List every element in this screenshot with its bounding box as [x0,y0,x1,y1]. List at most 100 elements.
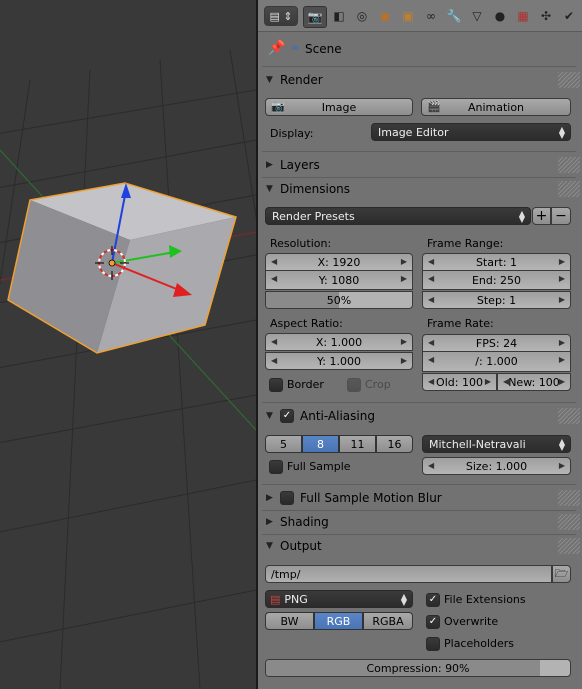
file-extensions-label: File Extensions [444,593,526,606]
expanded-arrow-icon: ▼ [266,541,273,551]
folder-icon: 🗁 [554,566,569,580]
fps-field[interactable]: ◀ FPS: 24 ▶ [422,334,571,352]
color-mode-bw[interactable]: BW [265,612,314,630]
fps-value: FPS: 24 [475,336,518,350]
pin-icon[interactable]: 📌 [268,40,285,56]
full-sample-checkbox[interactable] [269,460,283,474]
display-dropdown[interactable]: Image Editor ▲ ▼ [371,123,571,141]
file-extensions-checkbox[interactable]: ✓ [426,593,440,607]
aa-samples-5[interactable]: 5 [265,435,302,453]
antialiasing-checkbox[interactable]: ✓ [280,409,294,423]
display-label: Display: [270,127,314,140]
expanded-arrow-icon: ▼ [266,75,273,85]
collapsed-arrow-icon: ▶ [266,160,273,170]
plus-icon: + [535,208,548,224]
time-remap-new-field[interactable]: ◀ New: 100 ▶ [497,373,571,391]
fps-base-value: /: 1.000 [475,355,518,368]
panel-grip[interactable] [558,157,580,173]
dropdown-arrows-icon: ▲ ▼ [400,592,407,607]
aa-samples-11-label: 11 [350,437,365,451]
resolution-percentage-slider[interactable]: 50% [265,291,413,309]
remove-preset-button[interactable]: − [551,207,571,225]
frame-start-field[interactable]: ◀ Start: 1 ▶ [422,253,571,271]
object-icon[interactable]: ▣ [397,6,419,26]
dropdown-arrows-icon: ▲ ▼ [558,125,565,140]
layers-panel-header[interactable]: ▶ Layers [262,155,574,175]
physics-icon[interactable]: ✔ [558,6,580,26]
file-format-dropdown[interactable]: ▤ PNG ▲ ▼ [265,590,413,608]
world-icon[interactable]: ◉ [374,6,396,26]
texture-icon[interactable]: ▦ [512,6,534,26]
render-layers-icon[interactable]: ◧ [328,6,350,26]
viewport-canvas[interactable] [0,0,256,689]
border-label: Border [287,378,324,391]
modifiers-icon[interactable]: 🔧 [443,6,465,26]
frame-range-label: Frame Range: [427,237,504,250]
frame-step-value: Step: 1 [476,293,517,307]
minus-icon: − [555,208,567,224]
shading-panel-header[interactable]: ▶ Shading [262,512,574,532]
data-icon[interactable]: ▽ [466,6,488,26]
dimensions-panel-header[interactable]: ▼ Dimensions [262,179,574,199]
panel-grip[interactable] [558,181,580,197]
render-image-button[interactable]: 📷 Image [265,98,413,116]
render-presets-dropdown[interactable]: Render Presets ▲ ▼ [265,207,531,225]
panel-grip[interactable] [558,514,580,530]
render-animation-icon: 🎬 [427,100,441,113]
render-icon[interactable]: 📷 [303,6,327,28]
aspect-y-field[interactable]: ◀ Y: 1.000 ▶ [265,352,413,370]
color-mode-rgb[interactable]: RGB [314,612,363,630]
editor-type-menu[interactable]: ▤ ⇕ [264,6,298,26]
image-file-icon: ▤ [270,592,281,606]
scene-icon[interactable]: ◎ [351,6,373,26]
add-preset-button[interactable]: + [532,207,551,225]
output-panel-title: Output [280,539,322,553]
editor-type-icon: ▤ ⇕ [269,9,293,23]
placeholders-checkbox[interactable] [426,637,440,651]
3d-viewport[interactable] [0,0,256,689]
scene-breadcrumb[interactable]: Scene [305,42,342,56]
motion-blur-checkbox[interactable] [280,491,294,505]
overwrite-checkbox[interactable]: ✓ [426,615,440,629]
panel-grip[interactable] [558,408,580,424]
output-panel-header[interactable]: ▼ Output [262,536,574,556]
panel-grip[interactable] [558,72,580,88]
constraints-icon[interactable]: ∞ [420,6,442,26]
frame-end-value: End: 250 [471,273,522,287]
dropdown-arrows-icon: ▲ ▼ [518,209,525,224]
color-mode-rgba[interactable]: RGBA [363,612,413,630]
frame-step-field[interactable]: ◀ Step: 1 ▶ [422,291,571,309]
aa-samples-8[interactable]: 8 [302,435,339,453]
panel-grip[interactable] [558,490,580,506]
render-panel-header[interactable]: ▼ Render [262,70,574,90]
frame-end-field[interactable]: ◀ End: 250 ▶ [422,271,571,290]
aa-samples-11[interactable]: 11 [339,435,376,453]
motion-blur-panel-header[interactable]: ▶ Full Sample Motion Blur [262,488,574,508]
output-path-input[interactable]: /tmp/ [265,565,552,583]
fps-base-field[interactable]: ◀/: 1.000 ▶ [422,352,571,372]
material-icon[interactable]: ● [489,6,511,26]
particles-icon[interactable]: ✣ [535,6,557,26]
aspect-x-field[interactable]: ◀ X: 1.000 ▶ [265,333,413,351]
resolution-y-value: Y: 1080 [318,273,360,287]
render-still-icon: 📷 [271,100,285,113]
render-presets-label: Render Presets [272,209,355,223]
aa-samples-16[interactable]: 16 [376,435,413,453]
aspect-x-value: X: 1.000 [315,335,363,349]
aa-samples-16-label: 16 [387,437,402,451]
file-browser-button[interactable]: 🗁 [552,565,571,583]
resolution-x-field[interactable]: ◀ X: 1920 ▶ [265,253,413,271]
crop-checkbox[interactable] [347,378,361,392]
collapsed-arrow-icon: ▶ [266,493,273,503]
panel-grip[interactable] [558,538,580,554]
border-checkbox[interactable] [269,378,283,392]
time-remap-old-field[interactable]: ◀ Old: 100 ▶ [422,373,497,391]
time-remap-old-value: Old: 100 [436,375,483,389]
render-animation-button[interactable]: 🎬 Animation [421,98,571,116]
resolution-y-field[interactable]: ◀ Y: 1080 ▶ [265,271,413,290]
compression-slider[interactable]: Compression: 90% [265,659,571,677]
antialiasing-panel-header[interactable]: ▼ ✓ Anti-Aliasing [262,406,574,426]
shading-panel-title: Shading [280,515,329,529]
aa-filter-dropdown[interactable]: Mitchell-Netravali ▲ ▼ [422,435,571,453]
filter-size-field[interactable]: ◀ Size: 1.000 ▶ [422,457,571,475]
